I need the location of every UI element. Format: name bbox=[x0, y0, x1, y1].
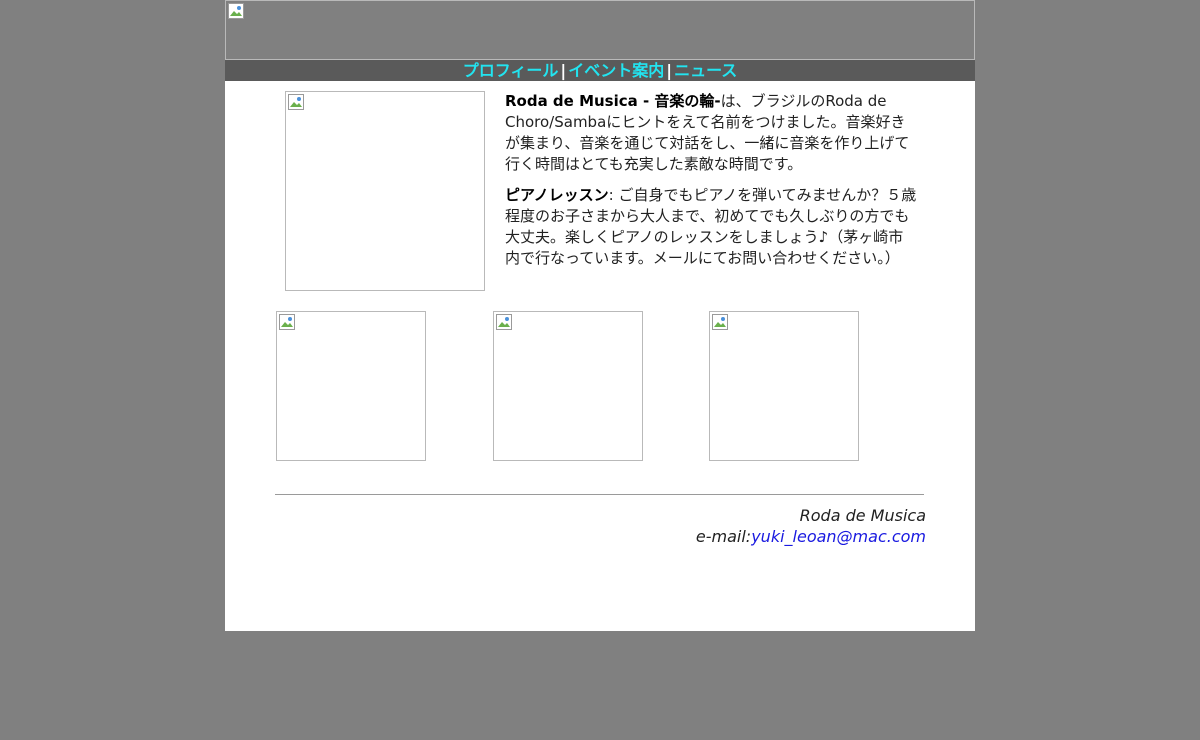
gallery-photo bbox=[709, 311, 859, 461]
email-label: e-mail: bbox=[695, 527, 752, 546]
nav-separator: | bbox=[666, 61, 673, 80]
lesson-title: ピアノレッスン bbox=[505, 186, 609, 204]
footer: Roda de Musica e-mail:yuki_leoan@mac.com bbox=[275, 505, 926, 547]
broken-image-icon bbox=[279, 314, 295, 330]
lesson-paragraph: ピアノレッスン: ご自身でもピアノを弾いてみませんか？５歳程度のお子さまから大人… bbox=[505, 185, 918, 269]
nav-link-news[interactable]: ニュース bbox=[674, 61, 737, 80]
footer-email-line: e-mail:yuki_leoan@mac.com bbox=[275, 526, 926, 547]
nav-separator: | bbox=[560, 61, 567, 80]
intro-text: Roda de Musica - 音楽の輪-は、ブラジルのRoda de Cho… bbox=[505, 91, 918, 279]
main-photo bbox=[285, 91, 485, 291]
nav-link-profile[interactable]: プロフィール bbox=[463, 61, 559, 80]
content-page: プロフィール | イベント案内 | ニュース Roda de Musica - 音楽の輪… bbox=[225, 0, 975, 631]
top-navigation: プロフィール | イベント案内 | ニュース bbox=[225, 60, 975, 81]
nav-link-events[interactable]: イベント案内 bbox=[568, 61, 664, 80]
broken-image-icon bbox=[496, 314, 512, 330]
gallery-photo bbox=[493, 311, 643, 461]
gallery-photo bbox=[276, 311, 426, 461]
email-link[interactable]: yuki_leoan@mac.com bbox=[751, 527, 926, 546]
broken-image-icon bbox=[228, 3, 244, 19]
footer-divider bbox=[275, 494, 924, 495]
header-banner-image bbox=[225, 0, 975, 60]
broken-image-icon bbox=[712, 314, 728, 330]
intro-paragraph: Roda de Musica - 音楽の輪-は、ブラジルのRoda de Cho… bbox=[505, 91, 918, 175]
footer-site-name: Roda de Musica bbox=[799, 506, 926, 525]
broken-image-icon bbox=[288, 94, 304, 110]
intro-title: Roda de Musica - 音楽の輪- bbox=[505, 92, 721, 110]
